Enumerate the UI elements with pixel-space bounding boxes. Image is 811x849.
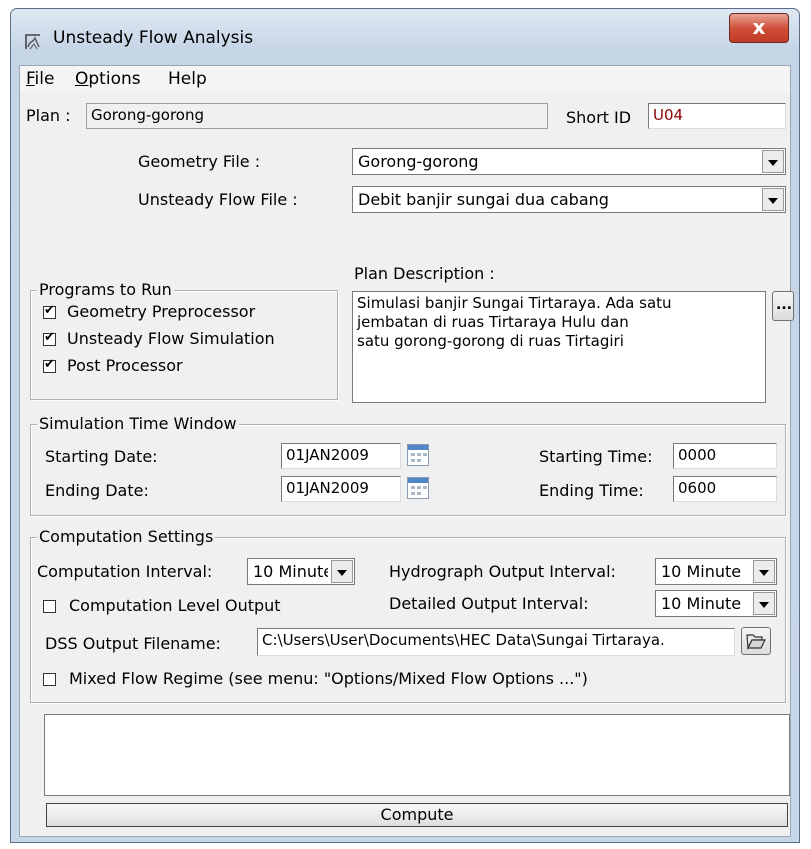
plan-field[interactable]: Gorong-gorong (86, 103, 548, 129)
close-icon: x (752, 15, 766, 39)
ending-date-label: Ending Date: (45, 481, 149, 500)
dss-output-filename-label: DSS Output Filename: (45, 634, 221, 653)
short-id-label: Short ID (566, 108, 632, 127)
menu-help[interactable]: Help (168, 69, 207, 89)
folder-open-icon (746, 634, 766, 650)
computation-interval-value: 10 Minute (253, 562, 328, 581)
chevron-down-icon[interactable] (762, 150, 784, 173)
ellipsis-icon: ... (776, 297, 792, 313)
plan-description-label: Plan Description : (354, 264, 495, 283)
hydrograph-output-interval-select[interactable]: 10 Minute (655, 558, 777, 585)
computation-interval-select[interactable]: 10 Minute (247, 558, 355, 585)
close-button[interactable]: x (729, 13, 789, 43)
mixed-flow-regime-label[interactable]: Mixed Flow Regime (see menu: "Options/Mi… (69, 669, 588, 688)
unsteady-flow-file-label: Unsteady Flow File : (138, 190, 298, 209)
menu-file[interactable]: File (26, 69, 54, 89)
post-processor-checkbox[interactable] (43, 357, 56, 373)
starting-date-label: Starting Date: (45, 447, 158, 466)
dss-output-filename-field[interactable]: C:\Users\User\Documents\HEC Data\Sungai … (257, 628, 735, 656)
computation-level-output-label[interactable]: Computation Level Output (69, 596, 281, 615)
geometry-file-label: Geometry File : (138, 152, 261, 171)
starting-time-field[interactable]: 0000 (673, 443, 777, 469)
unsteady-flow-file-value: Debit banjir sungai dua cabang (358, 190, 609, 209)
status-message-area (44, 714, 790, 796)
geometry-preprocessor-label[interactable]: Geometry Preprocessor (67, 302, 255, 321)
post-processor-label[interactable]: Post Processor (67, 356, 183, 375)
starting-date-field[interactable]: 01JAN2009 (281, 443, 401, 469)
simulation-time-window-title: Simulation Time Window (37, 414, 239, 433)
ending-date-field[interactable]: 01JAN2009 (281, 476, 401, 502)
computation-level-output-checkbox[interactable] (43, 600, 56, 613)
plan-description-textarea[interactable]: Simulasi banjir Sungai Tirtaraya. Ada sa… (352, 291, 766, 403)
ending-time-field[interactable]: 0600 (673, 476, 777, 502)
calendar-icon[interactable] (407, 444, 429, 466)
chevron-down-icon[interactable] (753, 560, 775, 583)
geometry-preprocessor-checkbox[interactable] (43, 303, 56, 319)
plan-label: Plan : (26, 106, 71, 125)
ending-time-label: Ending Time: (539, 481, 644, 500)
hec-ras-app-icon (25, 34, 40, 50)
main-window: Unsteady Flow Analysis x File Options He… (10, 8, 800, 843)
description-browse-button[interactable]: ... (772, 291, 794, 321)
computation-interval-label: Computation Interval: (37, 562, 213, 581)
compute-button-label: Compute (380, 805, 454, 824)
geometry-file-select[interactable]: Gorong-gorong (352, 148, 786, 175)
window-title: Unsteady Flow Analysis (53, 28, 254, 48)
detailed-output-interval-value: 10 Minute (661, 594, 742, 613)
unsteady-flow-simulation-checkbox[interactable] (43, 330, 56, 346)
programs-to-run-title: Programs to Run (37, 280, 174, 299)
folder-open-button[interactable] (741, 627, 771, 655)
menu-options[interactable]: Options (75, 69, 141, 89)
menu-bar: File Options Help (20, 66, 790, 92)
detailed-output-interval-label: Detailed Output Interval: (389, 594, 589, 613)
title-bar[interactable]: Unsteady Flow Analysis x (11, 9, 799, 65)
computation-settings-group: Computation Settings Computation Interva… (30, 527, 786, 703)
calendar-icon[interactable] (407, 477, 429, 499)
dialog-body: File Options Help Plan : Gorong-gorong S… (19, 65, 794, 837)
simulation-time-window-group: Simulation Time Window Starting Date: 01… (30, 414, 786, 516)
mixed-flow-regime-checkbox[interactable] (43, 673, 56, 686)
chevron-down-icon[interactable] (753, 592, 775, 615)
unsteady-flow-file-select[interactable]: Debit banjir sungai dua cabang (352, 186, 786, 213)
unsteady-flow-simulation-label[interactable]: Unsteady Flow Simulation (67, 329, 275, 348)
starting-time-label: Starting Time: (539, 447, 653, 466)
computation-settings-title: Computation Settings (37, 527, 216, 546)
chevron-down-icon[interactable] (331, 560, 353, 583)
short-id-field[interactable]: U04 (648, 103, 786, 129)
detailed-output-interval-select[interactable]: 10 Minute (655, 590, 777, 617)
hydrograph-output-interval-label: Hydrograph Output Interval: (389, 562, 616, 581)
programs-to-run-group: Programs to Run Geometry Preprocessor Un… (30, 280, 338, 400)
geometry-file-value: Gorong-gorong (358, 152, 479, 171)
chevron-down-icon[interactable] (762, 188, 784, 211)
hydrograph-output-interval-value: 10 Minute (661, 562, 742, 581)
compute-button[interactable]: Compute (46, 803, 788, 827)
